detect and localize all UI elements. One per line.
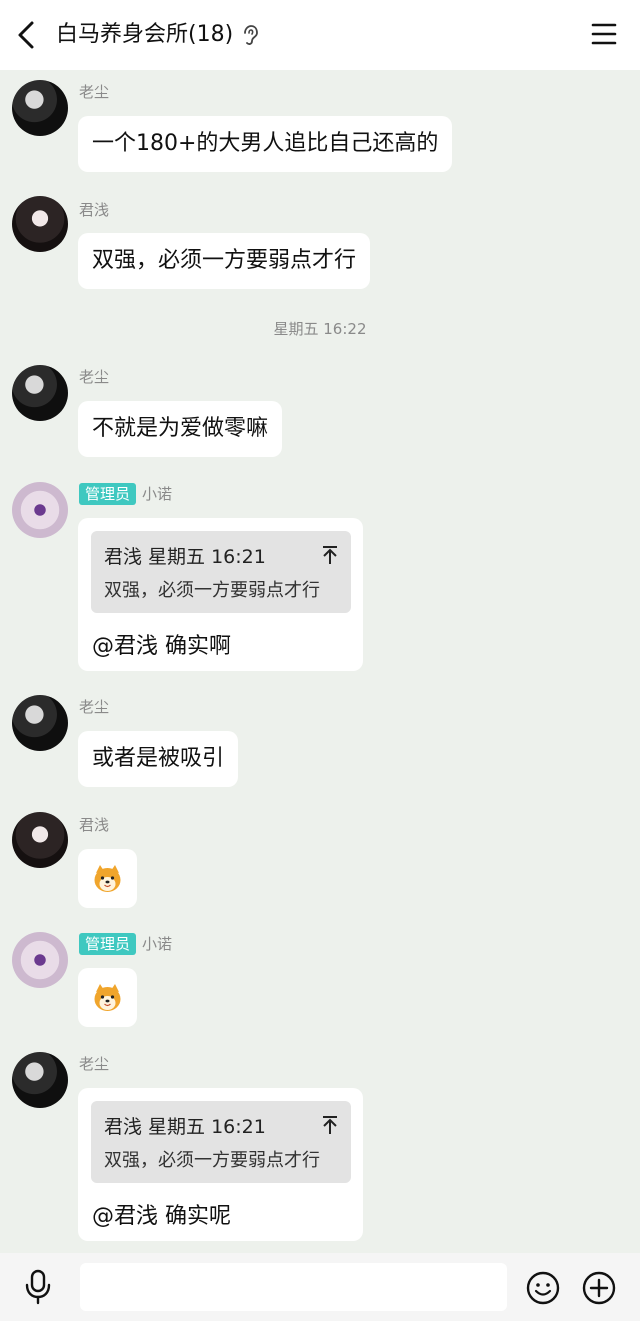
message-input[interactable] xyxy=(80,1263,507,1311)
quote-text: 双强，必须一方要弱点才行 xyxy=(104,580,320,601)
sender-label: 老尘 xyxy=(79,1055,110,1073)
avatar[interactable] xyxy=(12,812,68,868)
ear-icon xyxy=(244,25,259,45)
sender-name: 管理员 小诺 xyxy=(79,483,172,505)
microphone-icon[interactable] xyxy=(22,1269,54,1305)
sender-label: 君浅 xyxy=(79,816,110,834)
quote-reply-bubble[interactable]: 君浅 星期五 16:21 双强，必须一方要弱点才行 @君浅 确实啊 xyxy=(78,518,363,671)
sender-name: 老尘 xyxy=(79,1054,109,1074)
chat-title-wrap: 白马养身会所(18) xyxy=(56,18,259,52)
message-bubble[interactable]: 或者是被吸引 xyxy=(78,731,239,787)
chat-header: 白马养身会所(18) xyxy=(0,0,640,70)
sender-name: 老尘 xyxy=(79,367,109,387)
quote-text: 双强，必须一方要弱点才行 xyxy=(104,1150,320,1171)
sender-label: 老尘 xyxy=(79,368,110,386)
message-list[interactable]: 老尘 一个180+的大男人追比自己还高的 君浅 双强，必须一方要弱点才行 星期五… xyxy=(0,70,640,1253)
quote-header: 君浅 星期五 16:21 xyxy=(104,1116,266,1138)
avatar[interactable] xyxy=(12,365,68,421)
sender-label: 老尘 xyxy=(79,83,110,101)
emoji-icon[interactable] xyxy=(526,1271,560,1305)
avatar[interactable] xyxy=(12,1052,68,1108)
sender-label: 老尘 xyxy=(79,698,110,716)
timestamp: 星期五 16:22 xyxy=(273,320,367,338)
message-bubble[interactable]: 双强，必须一方要弱点才行 xyxy=(78,233,371,289)
quote-reply-bubble[interactable]: 君浅 星期五 16:21 双强，必须一方要弱点才行 @君浅 确实呢 xyxy=(78,1088,363,1241)
avatar[interactable] xyxy=(12,932,68,988)
reply-text: @君浅 确实呢 xyxy=(92,1204,231,1229)
sender-label: 君浅 xyxy=(79,201,110,219)
sender-name: 老尘 xyxy=(79,697,109,717)
quoted-message[interactable]: 君浅 星期五 16:21 双强，必须一方要弱点才行 xyxy=(91,1101,351,1183)
avatar[interactable] xyxy=(12,196,68,252)
chat-title: 白马养身会所(18) xyxy=(56,22,234,47)
plus-icon[interactable] xyxy=(582,1271,616,1305)
avatar[interactable] xyxy=(12,482,68,538)
jump-to-quote-icon[interactable] xyxy=(321,1115,339,1135)
avatar[interactable] xyxy=(12,80,68,136)
jump-to-quote-icon[interactable] xyxy=(321,545,339,565)
sender-name: 管理员 小诺 xyxy=(79,933,172,955)
sender-name: 君浅 xyxy=(79,815,109,835)
message-bubble[interactable]: 一个180+的大男人追比自己还高的 xyxy=(78,116,453,172)
sender-name: 君浅 xyxy=(79,200,109,220)
admin-badge: 管理员 xyxy=(79,483,137,505)
quote-header: 君浅 星期五 16:21 xyxy=(104,546,266,568)
sender-label: 小诺 xyxy=(142,485,173,503)
sender-name: 老尘 xyxy=(79,82,109,102)
input-bar xyxy=(0,1253,640,1321)
sticker-bubble[interactable] xyxy=(78,849,137,908)
menu-icon[interactable] xyxy=(590,20,618,48)
reply-text: @君浅 确实啊 xyxy=(92,634,231,659)
shiba-dog-sticker-icon xyxy=(94,865,121,892)
admin-badge: 管理员 xyxy=(79,933,137,955)
back-arrow-icon[interactable] xyxy=(10,17,44,53)
shiba-dog-sticker-icon xyxy=(94,984,121,1011)
message-bubble[interactable]: 不就是为爱做零嘛 xyxy=(78,401,283,457)
avatar[interactable] xyxy=(12,695,68,751)
sticker-bubble[interactable] xyxy=(78,968,137,1027)
quoted-message[interactable]: 君浅 星期五 16:21 双强，必须一方要弱点才行 xyxy=(91,531,351,613)
sender-label: 小诺 xyxy=(142,935,173,953)
